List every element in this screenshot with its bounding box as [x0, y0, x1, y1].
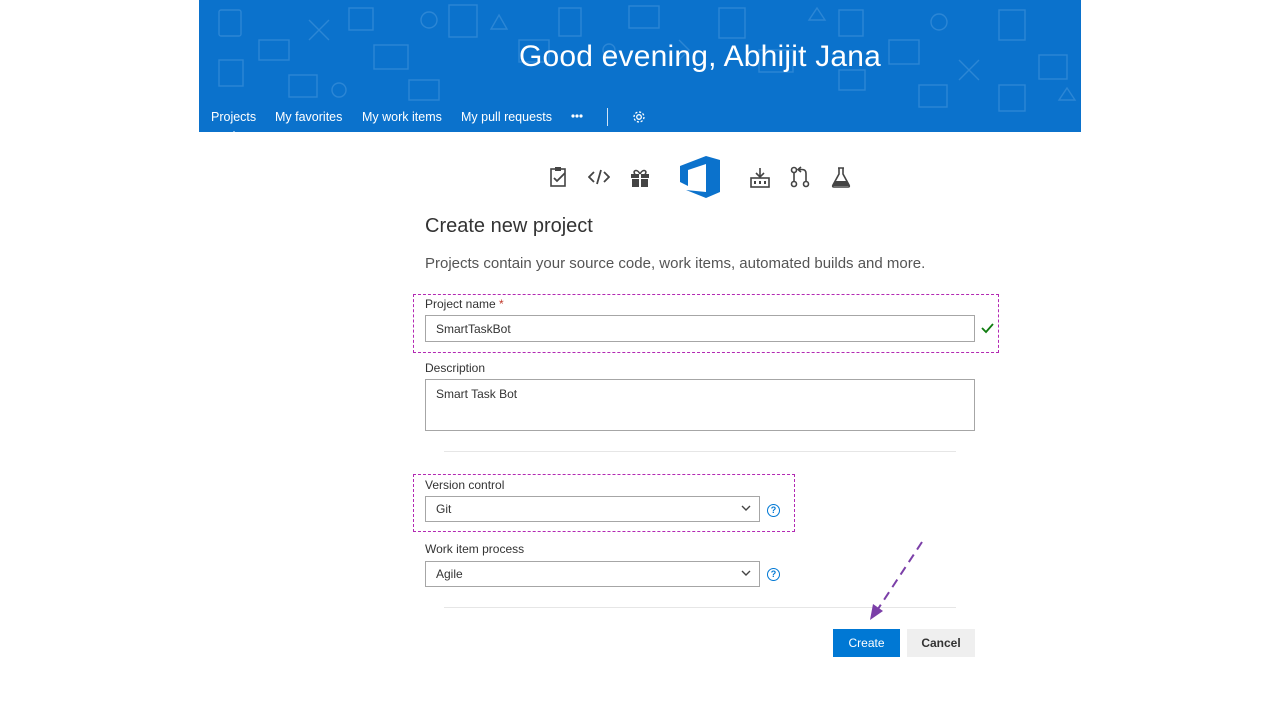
help-icon[interactable]: ?: [767, 568, 780, 581]
nav-tab-my-work-items[interactable]: My work items: [362, 110, 442, 124]
chevron-down-icon: [741, 505, 751, 511]
pull-request-icon[interactable]: [789, 166, 811, 188]
page-title: Create new project: [425, 215, 593, 237]
project-name-input[interactable]: SmartTaskBot: [425, 315, 975, 342]
required-marker: *: [499, 297, 504, 311]
annotation-arrow: [870, 541, 923, 620]
description-textarea[interactable]: Smart Task Bot: [425, 379, 975, 431]
code-icon[interactable]: [588, 166, 610, 188]
nav-tab-my-pull-requests[interactable]: My pull requests: [461, 110, 552, 124]
ellipsis-icon[interactable]: [571, 114, 583, 118]
boards-icon[interactable]: [548, 166, 570, 188]
test-flask-icon[interactable]: [830, 166, 852, 188]
greeting-title: Good evening, Abhijit Jana: [518, 40, 882, 73]
cancel-button[interactable]: Cancel: [907, 629, 975, 657]
hub-icon-row: [0, 152, 1280, 202]
version-control-value: Git: [436, 502, 452, 516]
page-subtitle: Projects contain your source code, work …: [425, 255, 926, 272]
work-item-process-select[interactable]: Agile: [425, 561, 760, 587]
work-item-process-value: Agile: [436, 567, 463, 581]
header-banner: Good evening, Abhijit Jana Projects My f…: [199, 0, 1081, 132]
project-name-label: Project name *: [425, 297, 504, 311]
nav-separator: [607, 108, 608, 126]
gift-icon[interactable]: [629, 166, 651, 188]
section-divider: [444, 451, 956, 452]
azure-devops-logo: [680, 156, 720, 198]
nav-tab-my-favorites[interactable]: My favorites: [275, 110, 342, 124]
version-control-label: Version control: [425, 478, 505, 492]
version-control-select[interactable]: Git: [425, 496, 760, 522]
nav-tab-projects[interactable]: Projects: [211, 110, 256, 132]
work-item-process-label: Work item process: [425, 542, 525, 556]
help-icon[interactable]: ?: [767, 504, 780, 517]
gear-icon[interactable]: [632, 110, 646, 124]
create-button[interactable]: Create: [833, 629, 900, 657]
chevron-down-icon: [741, 570, 751, 576]
checkmark-icon: [981, 323, 994, 334]
header-nav: Projects My favorites My work items My p…: [199, 104, 1081, 132]
description-label: Description: [425, 361, 486, 375]
build-icon[interactable]: [749, 166, 771, 188]
